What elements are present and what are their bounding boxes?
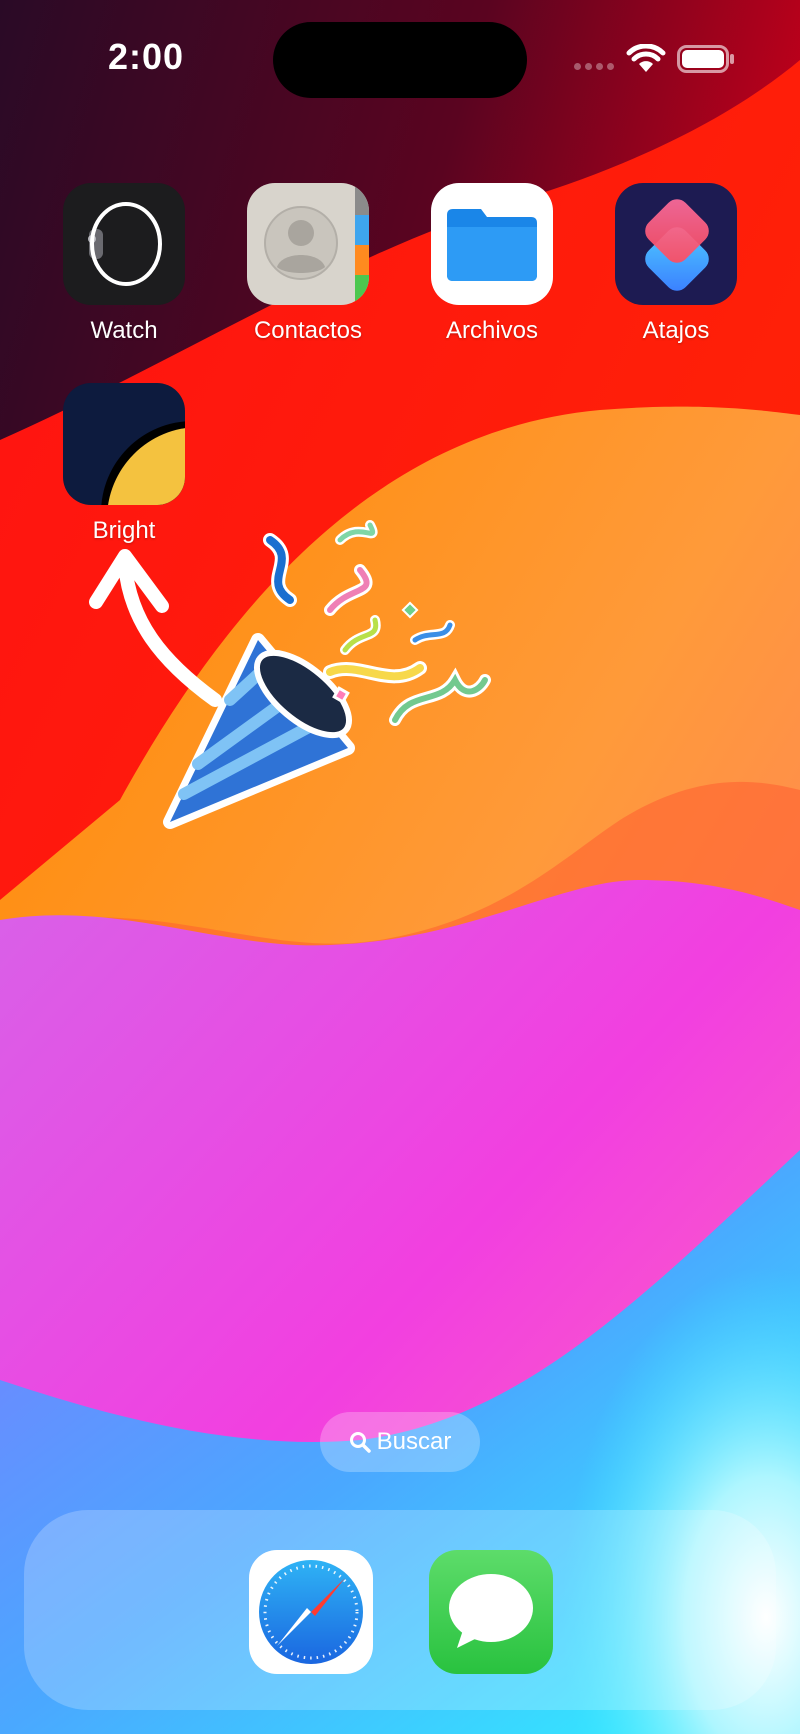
app-watch[interactable]: Watch bbox=[62, 183, 186, 345]
dock-app-safari[interactable] bbox=[249, 1550, 373, 1674]
app-archivos[interactable]: Archivos bbox=[430, 183, 554, 345]
app-atajos[interactable]: Atajos bbox=[614, 183, 738, 345]
signal-dots-icon bbox=[574, 63, 614, 70]
wifi-icon bbox=[626, 44, 666, 72]
app-label: Watch bbox=[90, 317, 158, 344]
app-label: Bright bbox=[92, 517, 156, 544]
home-screen: 2:00 Watch Contactos Archivos Atajos Bri… bbox=[0, 0, 800, 1734]
bright-icon bbox=[63, 383, 185, 505]
dock-app-messages[interactable] bbox=[429, 1550, 553, 1674]
watch-icon bbox=[63, 183, 185, 305]
search-label: Buscar bbox=[376, 1428, 452, 1455]
contacts-icon bbox=[247, 183, 369, 305]
app-label: Contactos bbox=[253, 317, 363, 344]
search-button[interactable]: Buscar bbox=[320, 1412, 480, 1472]
messages-bubble-icon bbox=[449, 1574, 533, 1648]
safari-compass-icon bbox=[259, 1560, 363, 1664]
app-bright[interactable]: Bright bbox=[62, 383, 186, 545]
app-label: Archivos bbox=[445, 317, 539, 344]
folder-icon bbox=[431, 183, 553, 305]
shortcuts-icon bbox=[615, 183, 737, 305]
search-icon bbox=[349, 1432, 371, 1453]
status-time: 2:00 bbox=[108, 36, 185, 77]
battery-icon bbox=[677, 45, 734, 73]
dock bbox=[24, 1510, 776, 1710]
app-label: Atajos bbox=[642, 317, 710, 344]
dynamic-island bbox=[273, 22, 527, 98]
app-contactos[interactable]: Contactos bbox=[246, 183, 370, 345]
